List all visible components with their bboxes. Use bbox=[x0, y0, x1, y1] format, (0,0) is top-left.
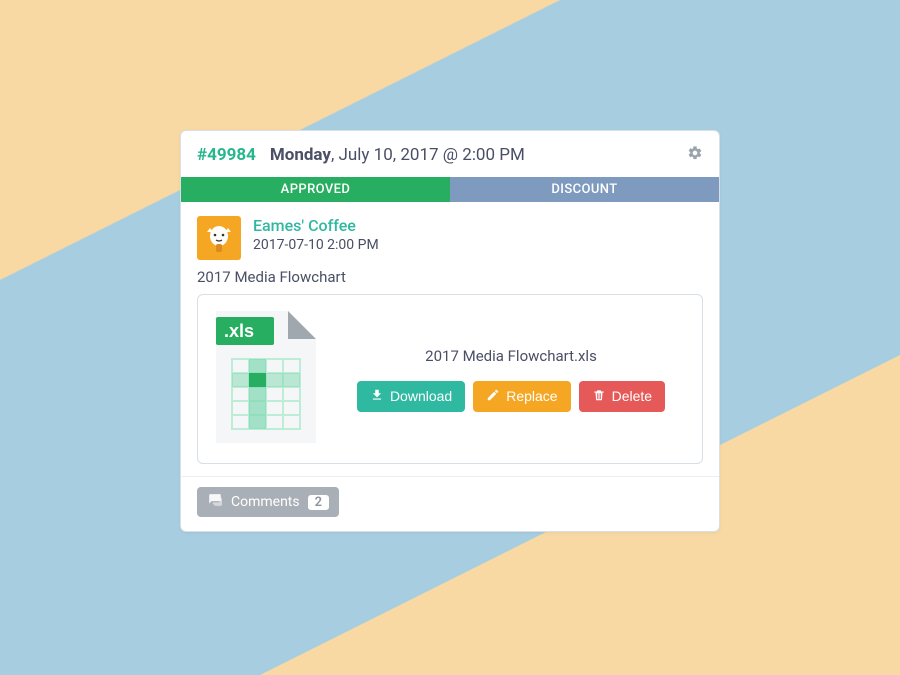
order-card: #49984 Monday, July 10, 2017 @ 2:00 PM A… bbox=[180, 130, 720, 532]
status-discount[interactable]: DISCOUNT bbox=[450, 177, 719, 202]
divider bbox=[181, 476, 719, 477]
comments-button[interactable]: Comments 2 bbox=[197, 487, 339, 517]
delete-label: Delete bbox=[612, 388, 652, 404]
order-id: #49984 bbox=[197, 145, 256, 165]
xls-file-icon: .xls bbox=[216, 311, 316, 447]
attachment-box: .xls 2017 Media Flowchart.xls bbox=[197, 294, 703, 464]
download-icon bbox=[370, 388, 384, 405]
replace-label: Replace bbox=[506, 388, 557, 404]
order-date: Monday, July 10, 2017 @ 2:00 PM bbox=[270, 145, 687, 165]
author-timestamp: 2017-07-10 2:00 PM bbox=[253, 237, 379, 253]
avatar bbox=[197, 216, 241, 260]
comments-count-badge: 2 bbox=[308, 495, 329, 510]
author-row: Eames' Coffee 2017-07-10 2:00 PM bbox=[181, 202, 719, 268]
download-button[interactable]: Download bbox=[357, 381, 465, 412]
status-row: APPROVED DISCOUNT bbox=[181, 177, 719, 202]
comments-icon bbox=[207, 493, 223, 511]
order-weekday: Monday bbox=[270, 145, 331, 165]
card-header: #49984 Monday, July 10, 2017 @ 2:00 PM bbox=[181, 131, 719, 177]
trash-icon bbox=[592, 388, 606, 405]
status-approved[interactable]: APPROVED bbox=[181, 177, 450, 202]
author-info: Eames' Coffee 2017-07-10 2:00 PM bbox=[253, 216, 379, 253]
download-label: Download bbox=[390, 388, 452, 404]
comments-label: Comments bbox=[231, 494, 300, 510]
gear-icon[interactable] bbox=[687, 145, 703, 165]
order-date-rest: , July 10, 2017 @ 2:00 PM bbox=[331, 145, 525, 165]
replace-button[interactable]: Replace bbox=[473, 381, 570, 412]
svg-text:.xls: .xls bbox=[224, 321, 254, 341]
attachment-filename: 2017 Media Flowchart.xls bbox=[338, 347, 684, 365]
attachment-actions: Download Replace Delete bbox=[338, 381, 684, 412]
delete-button[interactable]: Delete bbox=[579, 381, 665, 412]
attachment-title: 2017 Media Flowchart bbox=[181, 268, 719, 294]
author-name[interactable]: Eames' Coffee bbox=[253, 216, 379, 235]
edit-icon bbox=[486, 388, 500, 405]
attachment-details: 2017 Media Flowchart.xls Download Replac… bbox=[338, 347, 684, 412]
